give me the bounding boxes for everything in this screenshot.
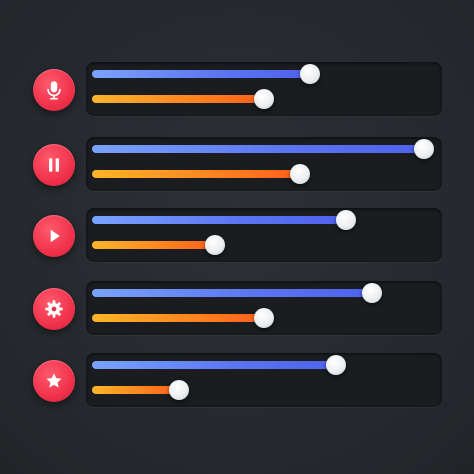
slider-b-knob[interactable] bbox=[168, 380, 189, 400]
channel-row bbox=[0, 353, 474, 407]
star-icon bbox=[46, 373, 62, 388]
play-button[interactable] bbox=[33, 215, 75, 257]
slider-panel bbox=[86, 208, 442, 262]
slider-a-fill bbox=[92, 145, 424, 153]
slider-b-fill bbox=[92, 386, 179, 394]
slider-b-fill bbox=[92, 314, 264, 322]
slider-b-knob[interactable] bbox=[289, 164, 310, 184]
slider-a[interactable] bbox=[92, 138, 434, 160]
slider-b[interactable] bbox=[92, 88, 429, 110]
slider-a-knob[interactable] bbox=[299, 64, 320, 84]
settings-button[interactable] bbox=[33, 288, 75, 330]
channel-row bbox=[0, 208, 474, 262]
slider-b-knob[interactable] bbox=[204, 235, 225, 255]
slider-b[interactable] bbox=[92, 379, 429, 401]
slider-panel bbox=[86, 353, 442, 407]
slider-panel bbox=[86, 137, 442, 191]
slider-panel bbox=[86, 62, 442, 116]
slider-b-fill bbox=[92, 95, 264, 103]
gear-icon bbox=[45, 300, 63, 318]
slider-a-fill bbox=[92, 289, 372, 297]
slider-a-fill bbox=[92, 70, 310, 78]
slider-b[interactable] bbox=[92, 163, 429, 185]
slider-b[interactable] bbox=[92, 234, 429, 256]
slider-a[interactable] bbox=[92, 354, 429, 376]
channel-row bbox=[0, 62, 474, 116]
slider-b-fill bbox=[92, 170, 300, 178]
pause-icon bbox=[49, 158, 59, 172]
slider-b-knob[interactable] bbox=[253, 89, 274, 109]
slider-b-fill bbox=[92, 241, 215, 249]
slider-a-knob[interactable] bbox=[325, 355, 346, 375]
slider-b[interactable] bbox=[92, 307, 429, 329]
play-icon bbox=[50, 229, 60, 243]
slider-a-knob[interactable] bbox=[414, 139, 434, 159]
slider-a[interactable] bbox=[92, 282, 429, 304]
slider-panel bbox=[86, 281, 442, 335]
slider-a-knob[interactable] bbox=[335, 210, 356, 230]
channel-row bbox=[0, 281, 474, 335]
favorite-button[interactable] bbox=[33, 360, 75, 402]
slider-b-knob[interactable] bbox=[253, 308, 274, 328]
pause-button[interactable] bbox=[33, 144, 75, 186]
slider-a-fill bbox=[92, 216, 346, 224]
microphone-button[interactable] bbox=[33, 69, 75, 111]
slider-a-knob[interactable] bbox=[361, 283, 382, 303]
slider-a-fill bbox=[92, 361, 336, 369]
sound-mixer-panel bbox=[0, 0, 474, 474]
slider-a[interactable] bbox=[92, 63, 429, 85]
channel-row bbox=[0, 137, 474, 191]
slider-a[interactable] bbox=[92, 209, 429, 231]
microphone-icon bbox=[47, 81, 61, 100]
